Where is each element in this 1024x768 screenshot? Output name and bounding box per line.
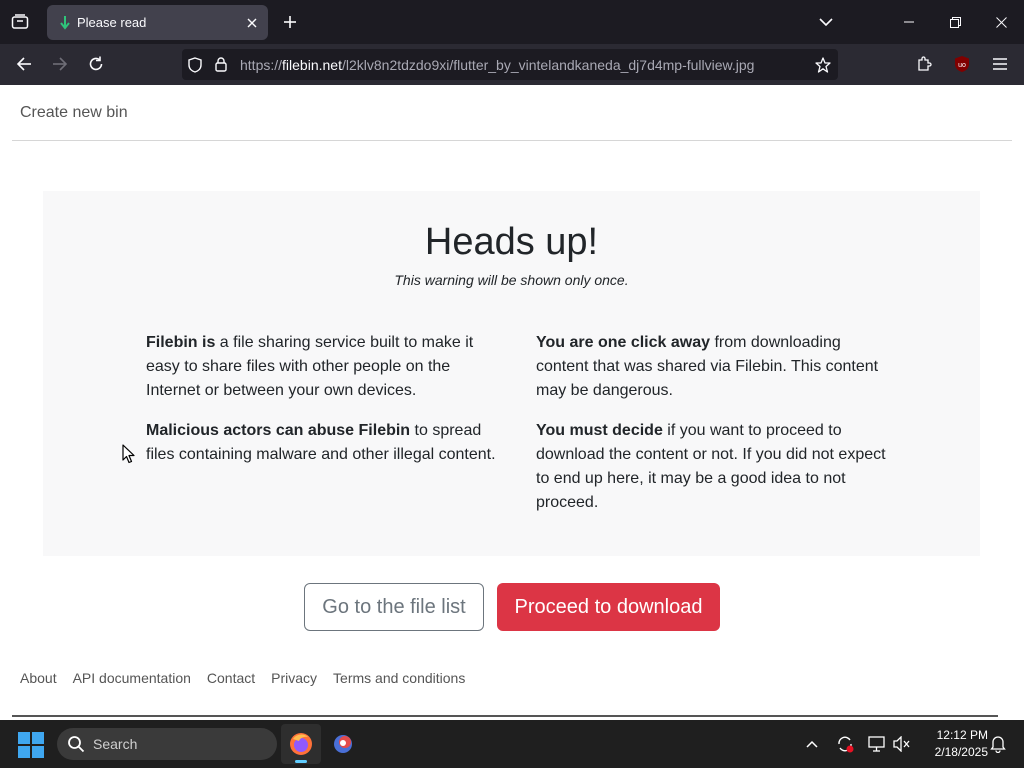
- bookmark-star-icon[interactable]: [808, 49, 838, 80]
- new-tab-icon[interactable]: [276, 8, 304, 36]
- mouse-cursor-icon: [122, 444, 135, 464]
- notification-bell-icon[interactable]: [986, 732, 1010, 756]
- ublock-origin-icon[interactable]: uo: [947, 49, 977, 79]
- paragraph-bold: Malicious actors can abuse Filebin: [146, 422, 411, 439]
- browser-nav-bar: https://filebin.net/l2klv8n2tdzdo9xi/flu…: [0, 44, 1024, 85]
- forward-arrow-icon[interactable]: [45, 49, 75, 79]
- network-icon[interactable]: [865, 732, 889, 756]
- sync-icon[interactable]: [833, 732, 857, 756]
- paragraph-filebin-is: Filebin is a file sharing service built …: [146, 331, 496, 403]
- paragraph-bold: You must decide: [536, 422, 663, 439]
- clock-date: 2/18/2025: [934, 745, 988, 759]
- footer-link-terms[interactable]: Terms and conditions: [333, 670, 465, 686]
- warning-subtitle: This warning will be shown only once.: [394, 272, 629, 288]
- url-text: https://filebin.net/l2klv8n2tdzdo9xi/flu…: [240, 57, 808, 73]
- footer-link-privacy[interactable]: Privacy: [271, 670, 317, 686]
- firefox-taskbar-icon[interactable]: [281, 724, 321, 764]
- warning-panel: Heads up! This warning will be shown onl…: [43, 191, 980, 556]
- windows-start-icon[interactable]: [18, 732, 44, 758]
- back-arrow-icon[interactable]: [9, 49, 39, 79]
- minimize-icon[interactable]: [886, 0, 932, 44]
- create-new-bin-link[interactable]: Create new bin: [20, 104, 128, 122]
- extensions-puzzle-icon[interactable]: [909, 49, 939, 79]
- search-icon: [68, 736, 85, 753]
- system-clock[interactable]: 12:12 PM 2/18/2025: [918, 727, 988, 761]
- left-column: Filebin is a file sharing service built …: [146, 331, 496, 483]
- clock-time: 12:12 PM: [936, 728, 988, 742]
- url-prefix: https://: [240, 56, 283, 73]
- taskbar-search[interactable]: Search: [57, 728, 277, 760]
- proceed-to-download-button[interactable]: Proceed to download: [497, 583, 720, 631]
- paragraph-bold: Filebin is: [146, 334, 216, 351]
- paragraph-malicious-actors: Malicious actors can abuse Filebin to sp…: [146, 419, 496, 467]
- tab-close-icon[interactable]: [238, 9, 266, 37]
- footer-link-api-documentation[interactable]: API documentation: [73, 670, 191, 686]
- footer-link-contact[interactable]: Contact: [207, 670, 255, 686]
- url-host: filebin.net: [282, 56, 342, 73]
- shield-icon[interactable]: [182, 49, 208, 80]
- go-to-file-list-button[interactable]: Go to the file list: [304, 583, 484, 631]
- tab-title: Please read: [77, 15, 147, 30]
- app-taskbar-icon[interactable]: [324, 724, 364, 764]
- reload-icon[interactable]: [81, 49, 111, 79]
- paragraph-you-must-decide: You must decide if you want to proceed t…: [536, 419, 886, 515]
- lock-icon[interactable]: [208, 49, 234, 80]
- download-arrow-icon: [59, 15, 71, 31]
- svg-text:uo: uo: [958, 62, 966, 69]
- tab-active[interactable]: Please read: [47, 5, 268, 40]
- close-window-icon[interactable]: [978, 0, 1024, 44]
- url-bar[interactable]: https://filebin.net/l2klv8n2tdzdo9xi/flu…: [182, 49, 838, 80]
- right-column: You are one click away from downloading …: [536, 331, 886, 531]
- url-path: /l2klv8n2tdzdo9xi/flutter_by_vintelandka…: [341, 56, 755, 73]
- divider: [12, 715, 998, 717]
- restore-icon[interactable]: [932, 0, 978, 44]
- hamburger-menu-icon[interactable]: [985, 49, 1015, 79]
- active-app-indicator: [295, 760, 307, 763]
- paragraph-one-click-away: You are one click away from downloading …: [536, 331, 886, 403]
- footer-link-about[interactable]: About: [20, 670, 57, 686]
- taskbar: Search 12:12 PM 2/18/2025: [0, 720, 1024, 768]
- chevron-down-icon[interactable]: [812, 8, 840, 36]
- page-title: Heads up!: [424, 221, 599, 263]
- search-label: Search: [93, 736, 138, 752]
- chevron-up-icon[interactable]: [800, 732, 824, 756]
- volume-muted-icon[interactable]: [890, 732, 914, 756]
- divider: [12, 140, 1012, 141]
- footer-nav: About API documentation Contact Privacy …: [20, 670, 465, 686]
- page-content: Create new bin Heads up! This warning wi…: [0, 85, 1024, 720]
- paragraph-bold: You are one click away: [536, 334, 711, 351]
- firefox-view-icon[interactable]: [6, 8, 34, 36]
- browser-tab-bar: Please read: [0, 0, 1024, 44]
